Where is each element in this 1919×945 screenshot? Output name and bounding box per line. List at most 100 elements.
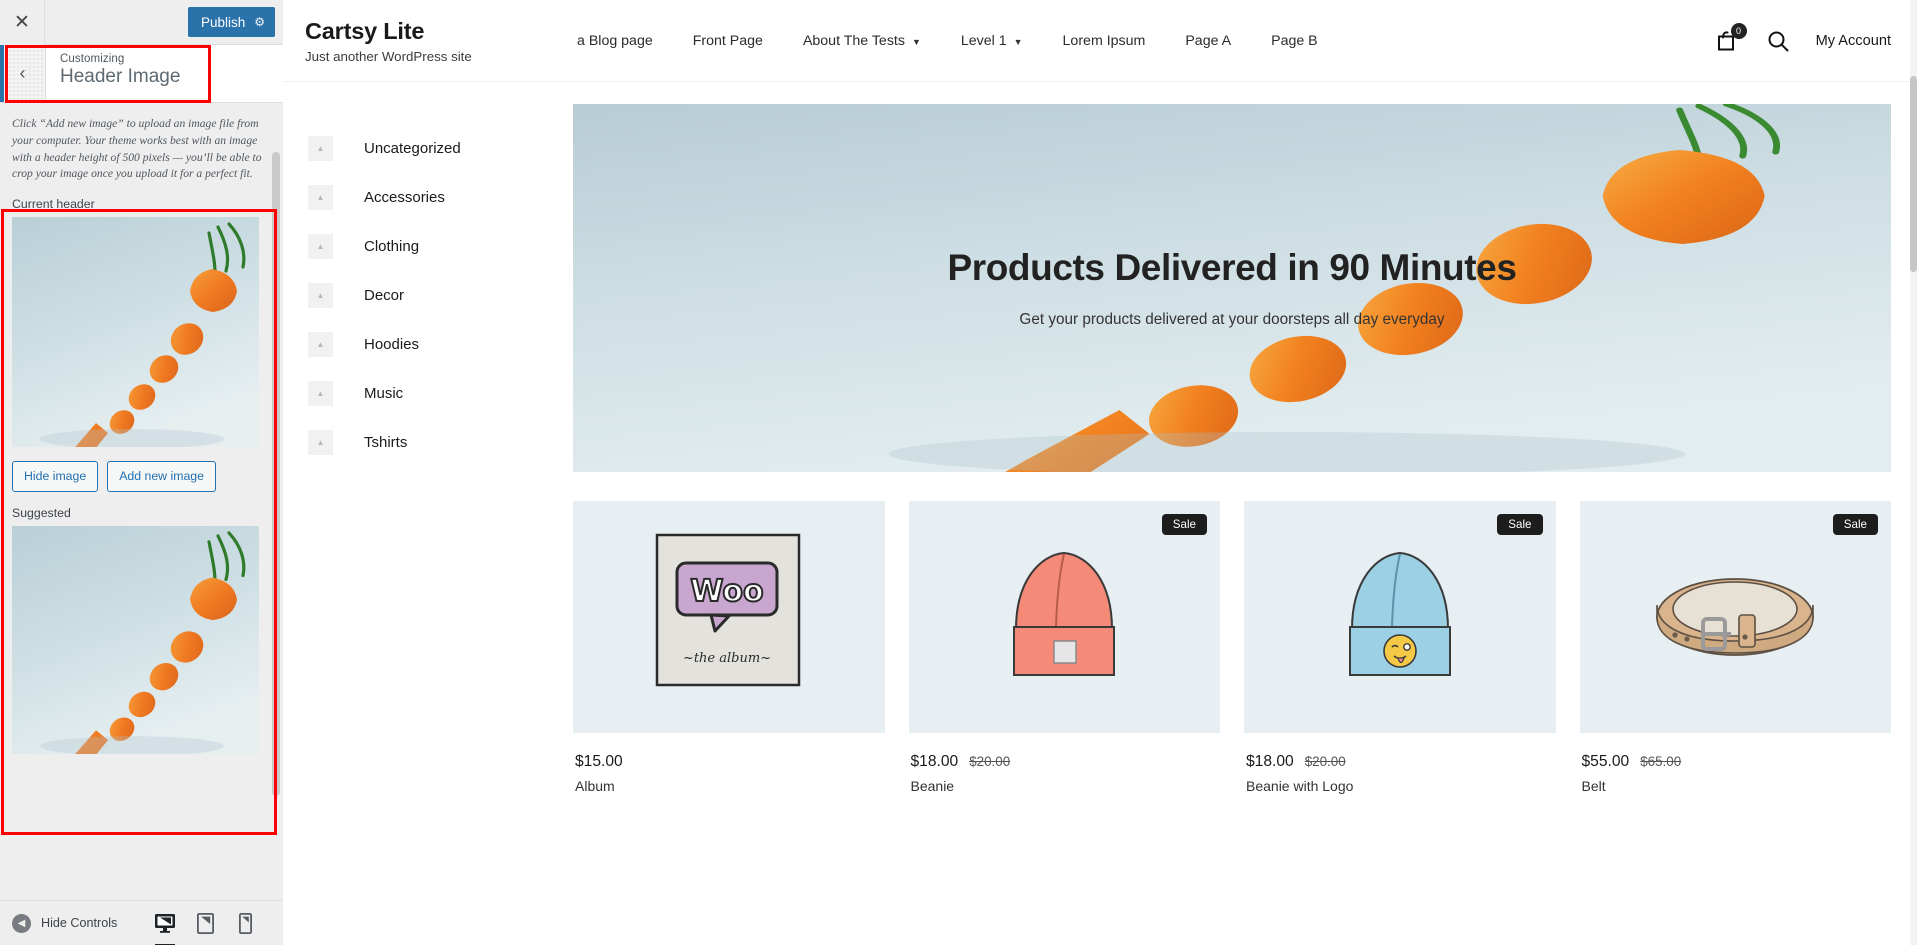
nav-item-lorem-ipsum[interactable]: Lorem Ipsum — [1043, 33, 1166, 49]
chevron-up-icon[interactable]: ▲ — [308, 332, 333, 357]
category-label: Music — [364, 385, 404, 402]
nav-item-front-page[interactable]: Front Page — [673, 33, 783, 49]
search-icon[interactable] — [1766, 29, 1790, 53]
product-card-beanie-with-logo[interactable]: Sale $18.00 $20.00 Beanie with Logo — [1244, 501, 1556, 794]
category-label: Accessories — [364, 189, 445, 206]
product-price: $55.00 — [1581, 753, 1630, 770]
category-label: Tshirts — [364, 434, 408, 451]
my-account-link[interactable]: My Account — [1816, 33, 1891, 49]
collapse-icon: ◀ — [12, 913, 31, 933]
section-header-text: Customizing Header Image — [46, 45, 180, 102]
chevron-up-icon[interactable]: ▲ — [308, 283, 333, 308]
primary-navigation: a Blog page Front Page About The Tests ▼… — [557, 33, 1716, 49]
nav-item-page-a[interactable]: Page A — [1165, 33, 1251, 49]
chevron-down-icon: ▼ — [911, 36, 921, 47]
preview-body: ▲ Uncategorized ▲ Accessories ▲ Clothing… — [283, 82, 1919, 794]
product-price: $18.00 — [910, 753, 959, 770]
nav-item-page-b[interactable]: Page B — [1251, 33, 1338, 49]
price-row: $18.00 $20.00 — [911, 753, 1219, 771]
hero-banner[interactable]: Products Delivered in 90 Minutes Get you… — [573, 104, 1891, 472]
chevron-up-icon[interactable]: ▲ — [308, 430, 333, 455]
nav-item-about-the-tests[interactable]: About The Tests ▼ — [783, 33, 941, 49]
product-name: Album — [575, 778, 615, 794]
gear-icon[interactable]: ⚙ — [254, 15, 265, 29]
nav-item-blog[interactable]: a Blog page — [557, 33, 673, 49]
category-item-uncategorized[interactable]: ▲ Uncategorized — [308, 124, 573, 173]
header-actions: 0 My Account — [1716, 22, 1919, 53]
category-item-accessories[interactable]: ▲ Accessories — [308, 173, 573, 222]
hide-controls-button[interactable]: ◀ Hide Controls — [12, 913, 118, 933]
chevron-up-icon[interactable]: ▲ — [308, 185, 333, 210]
product-name: Belt — [1581, 778, 1606, 794]
hide-image-button[interactable]: Hide image — [12, 461, 99, 492]
beanie-blue-product-image — [1348, 551, 1451, 676]
category-sidebar: ▲ Uncategorized ▲ Accessories ▲ Clothing… — [283, 104, 573, 794]
publish-button[interactable]: Publish ⚙ — [187, 7, 275, 37]
product-card-belt[interactable]: Sale $55.00 $65.00 Belt — [1579, 501, 1891, 794]
customizer-scrollbar[interactable] — [272, 152, 280, 796]
back-arrow-icon[interactable]: ‹ — [0, 45, 46, 102]
control-description: Click “Add new image” to upload an image… — [12, 117, 262, 181]
close-icon[interactable]: ✕ — [0, 0, 45, 45]
chevron-down-icon: ▼ — [1013, 36, 1023, 47]
site-branding[interactable]: Cartsy Lite Just another WordPress site — [305, 18, 557, 64]
category-label: Decor — [364, 287, 405, 304]
product-grid: Woo ~the album~ $15.00 Album Sale $18.00… — [573, 501, 1891, 794]
price-row: $15.00 — [575, 753, 883, 771]
beanie-pink-product-image — [1013, 551, 1116, 676]
product-image-wrap: Sale — [1579, 501, 1891, 733]
tablet-preview-icon[interactable] — [193, 911, 217, 935]
product-meta: $18.00 $20.00 Beanie — [908, 733, 1220, 794]
hero-subheading: Get your products delivered at your door… — [1019, 311, 1445, 328]
category-item-decor[interactable]: ▲ Decor — [308, 271, 573, 320]
suggested-header-thumbnail[interactable] — [12, 525, 259, 754]
desktop-preview-icon[interactable] — [153, 911, 177, 945]
header-image-control: Click “Add new image” to upload an image… — [0, 104, 283, 754]
chevron-up-icon[interactable]: ▲ — [308, 381, 333, 406]
chevron-up-icon[interactable]: ▲ — [308, 136, 333, 161]
product-meta: $15.00 Album — [573, 733, 885, 794]
customizer-app: ✕ Publish ⚙ ‹ Customizing Header Image C… — [0, 0, 1919, 945]
nav-item-level-1[interactable]: Level 1 ▼ — [941, 33, 1043, 49]
add-new-image-button[interactable]: Add new image — [107, 461, 216, 492]
publish-label: Publish — [200, 14, 246, 30]
product-price: $15.00 — [575, 753, 623, 770]
nav-label: About The Tests — [802, 32, 905, 49]
chevron-up-icon[interactable]: ▲ — [308, 234, 333, 259]
belt-product-image — [1656, 578, 1815, 656]
preview-scrollbar-thumb[interactable] — [1910, 76, 1917, 272]
customizer-panel: ✕ Publish ⚙ ‹ Customizing Header Image C… — [0, 0, 283, 945]
product-card-album[interactable]: Woo ~the album~ $15.00 Album — [573, 501, 885, 794]
carrot-image — [12, 217, 259, 448]
product-old-price: $20.00 — [969, 754, 1011, 769]
product-image-wrap: Sale — [908, 501, 1220, 733]
nav-label: a Blog page — [577, 32, 653, 49]
nav-label: Page A — [1185, 32, 1232, 49]
category-label: Clothing — [364, 238, 420, 255]
hide-controls-label: Hide Controls — [41, 916, 118, 930]
album-product-image: Woo ~the album~ — [655, 533, 800, 687]
customizer-topbar: ✕ Publish ⚙ — [0, 0, 283, 45]
site-title: Cartsy Lite — [305, 17, 425, 44]
main-content: Products Delivered in 90 Minutes Get you… — [573, 104, 1919, 794]
current-header-thumbnail[interactable] — [12, 217, 259, 448]
hero-heading: Products Delivered in 90 Minutes — [947, 247, 1517, 288]
category-item-clothing[interactable]: ▲ Clothing — [308, 222, 573, 271]
customizing-label: Customizing — [60, 53, 125, 65]
category-item-hoodies[interactable]: ▲ Hoodies — [308, 320, 573, 369]
product-image-wrap: Sale — [1244, 501, 1556, 733]
category-item-music[interactable]: ▲ Music — [308, 369, 573, 418]
nav-label: Lorem Ipsum — [1062, 32, 1146, 49]
active-section-indicator — [0, 45, 4, 102]
product-old-price: $65.00 — [1640, 754, 1682, 769]
mobile-preview-icon[interactable] — [233, 911, 257, 935]
product-card-beanie[interactable]: Sale $18.00 $20.00 Beanie — [908, 501, 1220, 794]
current-header-label: Current header — [12, 197, 95, 212]
cart-button[interactable]: 0 — [1716, 22, 1747, 53]
customizer-content: Click “Add new image” to upload an image… — [0, 103, 283, 900]
category-item-tshirts[interactable]: ▲ Tshirts — [308, 418, 573, 467]
product-price: $18.00 — [1246, 753, 1294, 770]
status-badge: Sale — [1497, 514, 1543, 535]
product-meta: $55.00 $65.00 Belt — [1579, 733, 1891, 794]
